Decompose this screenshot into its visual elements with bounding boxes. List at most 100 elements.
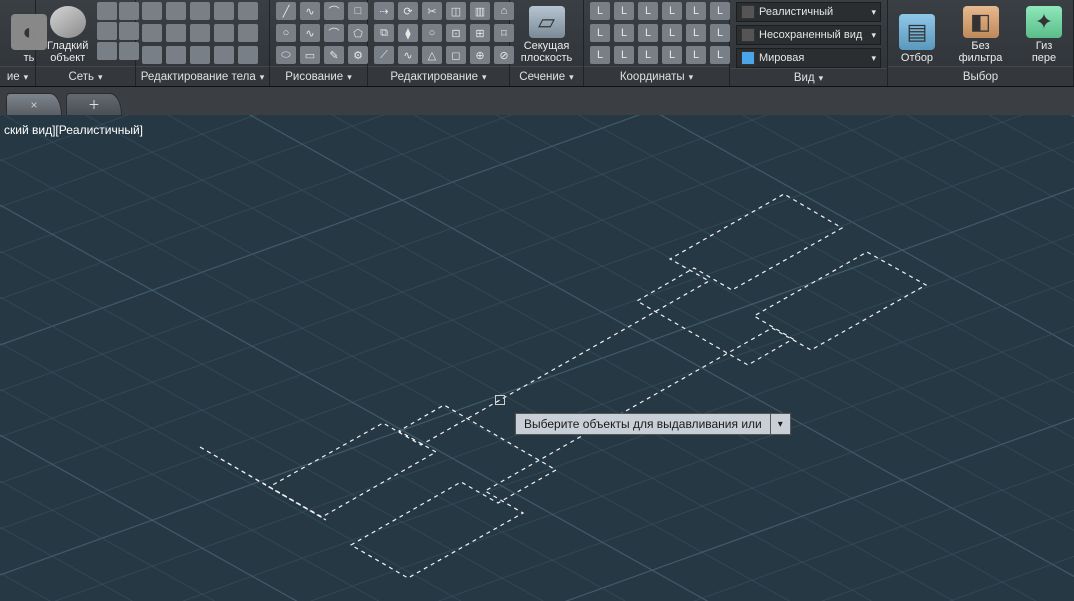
panel-view-title: Вид (794, 72, 815, 84)
se-ico[interactable] (214, 24, 234, 42)
dropdown-icon[interactable] (260, 71, 265, 83)
mod-ico[interactable]: ∿ (398, 46, 418, 64)
se-ico[interactable] (166, 24, 186, 42)
mod-ico[interactable]: ○ (422, 24, 442, 42)
se-ico[interactable] (238, 24, 258, 42)
ucs-ico[interactable]: L (590, 46, 610, 64)
saved-view-combo[interactable]: Несохраненный вид (736, 25, 881, 45)
ucs-ico[interactable]: L (662, 24, 682, 42)
se-ico[interactable] (190, 24, 210, 42)
mod-ico[interactable]: ◻ (446, 46, 466, 64)
ucs-ico[interactable]: L (590, 2, 610, 20)
ucs-combo[interactable]: Мировая (736, 48, 881, 68)
se-ico[interactable] (142, 2, 162, 20)
filter-button[interactable]: ▤ Отбор (894, 2, 940, 65)
modify-grid: ⇢⟳✂◫▥⌂ ⧉⧫○⊡⊞⌑ ⟋∿△◻⊕⊘ (374, 2, 516, 66)
no-filter-button[interactable]: ◧ Без фильтра (950, 2, 1011, 65)
mod-ico[interactable]: ✂ (422, 2, 442, 20)
dropdown-icon[interactable] (482, 71, 487, 83)
ucs-ico[interactable]: L (638, 46, 658, 64)
mod-ico[interactable]: ⧉ (374, 24, 394, 42)
close-icon[interactable]: × (30, 98, 37, 112)
dropdown-icon[interactable] (347, 71, 352, 83)
se-ico[interactable] (190, 2, 210, 20)
draw-ico[interactable]: □ (348, 2, 368, 20)
filter-icon: ▤ (899, 14, 935, 50)
dropdown-icon[interactable] (819, 72, 824, 84)
draw-ico[interactable]: ╱ (276, 2, 296, 20)
panel-create: ◐ ть ие (0, 0, 36, 86)
mod-ico[interactable]: △ (422, 46, 442, 64)
dropdown-icon[interactable] (24, 71, 29, 83)
draw-ico[interactable]: ⌒ (324, 24, 344, 42)
mesh-ico-3[interactable] (97, 22, 117, 40)
se-ico[interactable] (166, 2, 186, 20)
mod-ico[interactable]: ⧫ (398, 24, 418, 42)
se-ico[interactable] (190, 46, 210, 64)
draw-ico[interactable]: ✎ (324, 46, 344, 64)
dynamic-input-tooltip: Выберите объекты для выдавливания или ▾ (515, 413, 791, 435)
mod-ico[interactable]: ⟋ (374, 46, 394, 64)
ucs-ico[interactable]: L (662, 2, 682, 20)
dropdown-icon[interactable] (98, 71, 103, 83)
ucs-ico[interactable]: L (590, 24, 610, 42)
mod-ico[interactable]: ⟳ (398, 2, 418, 20)
draw-ico[interactable]: ⚙ (348, 46, 368, 64)
dropdown-icon[interactable] (689, 71, 694, 83)
drawing-tab[interactable]: × (6, 93, 62, 115)
panel-selection-title: Выбор (963, 71, 998, 83)
model-viewport[interactable]: ский вид][Реалистичный] Выберите объекты… (0, 115, 1074, 601)
draw-ico[interactable]: ○ (276, 24, 296, 42)
ucs-ico[interactable]: L (614, 2, 634, 20)
panel-mesh-title: Сеть (68, 71, 94, 83)
mesh-ico-1[interactable] (97, 2, 117, 20)
ucs-ico[interactable]: L (710, 2, 730, 20)
create-label: ть (24, 52, 35, 64)
se-ico[interactable] (166, 46, 186, 64)
ucs-ico[interactable]: L (686, 24, 706, 42)
mod-ico[interactable]: ◫ (446, 2, 466, 20)
se-ico[interactable] (214, 46, 234, 64)
ucs-ico[interactable]: L (686, 2, 706, 20)
new-tab[interactable]: ＋ (66, 93, 122, 115)
ucs-ico[interactable]: L (638, 2, 658, 20)
ucs-ico[interactable]: L (638, 24, 658, 42)
ucs-ico[interactable]: L (686, 46, 706, 64)
visual-style-combo[interactable]: Реалистичный (736, 2, 881, 22)
se-ico[interactable] (142, 46, 162, 64)
draw-ico[interactable]: ⬠ (348, 24, 368, 42)
mod-ico[interactable]: ⊕ (470, 46, 490, 64)
se-ico[interactable] (142, 24, 162, 42)
panel-coords: LLLLLL LLLLLL LLLLLL Координаты (584, 0, 730, 86)
dropdown-icon[interactable] (569, 71, 574, 83)
mod-ico[interactable]: ⊡ (446, 24, 466, 42)
ribbon: ◐ ть ие Гладкийобъект Сеть (0, 0, 1074, 87)
panel-selection: ▤ Отбор ◧ Без фильтра ✦ Гизпере Выбор (888, 0, 1074, 86)
panel-section-title: Сечение (519, 71, 565, 83)
gizmo-button[interactable]: ✦ Гизпере (1021, 2, 1067, 65)
mesh-ico-5[interactable] (97, 42, 117, 60)
ucs-ico[interactable]: L (662, 46, 682, 64)
mod-ico[interactable]: ▥ (470, 2, 490, 20)
ucs-ico[interactable]: L (614, 46, 634, 64)
draw-ico[interactable]: ∿ (300, 24, 320, 42)
draw-ico[interactable]: ⬭ (276, 46, 296, 64)
ucs-ico[interactable]: L (614, 24, 634, 42)
viewport-label[interactable]: ский вид][Реалистичный] (4, 123, 143, 137)
se-ico[interactable] (238, 2, 258, 20)
section-plane-button[interactable]: ▱ Секущаяплоскость (516, 2, 577, 65)
ucs-ico[interactable]: L (710, 46, 730, 64)
panel-modify-title: Редактирование (390, 71, 478, 83)
draw-ico[interactable]: ∿ (300, 2, 320, 20)
draw-ico[interactable]: ⌒ (324, 2, 344, 20)
mod-ico[interactable]: ⊞ (470, 24, 490, 42)
se-ico[interactable] (214, 2, 234, 20)
chevron-down-icon (867, 29, 876, 41)
tooltip-dropdown-icon[interactable]: ▾ (771, 413, 791, 435)
smooth-object-button[interactable]: Гладкийобъект (42, 2, 93, 65)
mod-ico[interactable]: ⇢ (374, 2, 394, 20)
se-ico[interactable] (238, 46, 258, 64)
gizmo-icon: ✦ (1026, 6, 1062, 38)
ucs-ico[interactable]: L (710, 24, 730, 42)
draw-ico[interactable]: ▭ (300, 46, 320, 64)
